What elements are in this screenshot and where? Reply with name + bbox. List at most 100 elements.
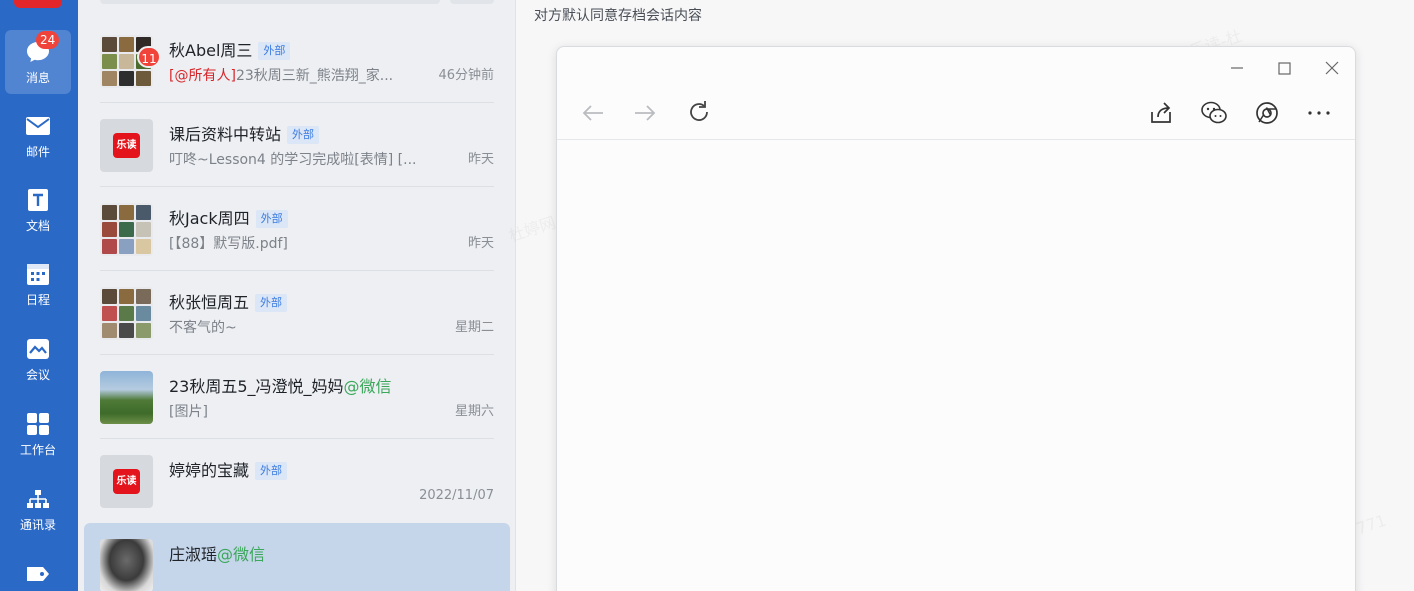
conversation-name: 秋张恒周五 [169, 293, 250, 312]
conversation-name: 庄淑瑶 [169, 545, 218, 564]
conversation-preview: 不客气的~ [169, 320, 237, 336]
search-input[interactable] [100, 0, 440, 4]
add-button[interactable] [450, 0, 494, 4]
arrow-right-icon [635, 105, 656, 121]
conversation-name: 秋Abel周三 [169, 41, 253, 60]
conversation-item[interactable]: 秋Jack周四 外部 [【88】默写版.pdf] 昨天 [84, 187, 510, 271]
minimize-icon [1231, 67, 1243, 69]
tag-icon [27, 567, 49, 581]
conversation-list: 11 秋Abel周三 外部 [@所有人]23秋周三新_熊浩翔_家... 46分钟前… [78, 0, 516, 591]
preview-text: 23秋周三新_熊浩翔_家... [235, 68, 394, 84]
wechat-suffix: @微信 [217, 545, 266, 564]
external-tag: 外部 [255, 462, 288, 480]
forward-button[interactable] [629, 97, 661, 129]
more-button[interactable] [1303, 97, 1335, 129]
nav-label: 消息 [25, 71, 50, 85]
share-button[interactable] [1145, 97, 1177, 129]
close-button[interactable] [1312, 53, 1352, 81]
browser-icon [1256, 102, 1278, 124]
conversation-preview: 叮咚~Lesson4 的学习完成啦[表情] [... [169, 152, 417, 168]
leedu-logo: 乐读 [113, 133, 140, 158]
arrow-left-icon [582, 105, 603, 121]
nav-calendar[interactable]: 日程 [5, 252, 71, 316]
conversation-time: 2022/11/07 [419, 488, 494, 503]
open-in-browser-button[interactable] [1251, 97, 1283, 129]
conversation-name: 23秋周五5_冯澄悦_妈妈 [169, 377, 344, 396]
nav-label: 工作台 [19, 443, 56, 457]
leedu-logo-avatar: 乐读 [100, 119, 153, 172]
conversation-item[interactable]: 11 秋Abel周三 外部 [@所有人]23秋周三新_熊浩翔_家... 46分钟前 [84, 19, 510, 103]
conversation-preview: [@所有人]23秋周三新_熊浩翔_家... [169, 66, 434, 86]
conversation-name: 课后资料中转站 [169, 125, 282, 144]
conversation-time: 昨天 [467, 236, 494, 251]
unread-badge: 11 [137, 46, 161, 68]
conversation-time: 昨天 [467, 152, 494, 167]
toolbar-divider [557, 139, 1355, 140]
portrait-avatar [100, 539, 153, 591]
landscape-photo-avatar [100, 371, 153, 424]
close-icon [1325, 61, 1339, 75]
conversation-title: 秋张恒周五 外部 [169, 292, 288, 314]
group-avatar [100, 287, 153, 340]
nav-label: 邮件 [25, 145, 50, 159]
conversation-time: 星期二 [454, 320, 494, 335]
conversation-title: 庄淑瑶@微信 [169, 544, 265, 566]
nav-contacts[interactable]: 通讯录 [5, 477, 71, 541]
wechat-icon [1201, 101, 1227, 124]
wechat-share-button[interactable] [1198, 97, 1230, 129]
nav-more[interactable] [5, 552, 71, 591]
conversation-time: 46分钟前 [438, 68, 494, 83]
mail-icon [26, 117, 50, 135]
maximize-button[interactable] [1265, 53, 1305, 81]
conversation-time: 星期六 [454, 404, 494, 419]
conversation-name: 秋Jack周四 [169, 209, 250, 228]
meeting-icon [27, 339, 49, 359]
conversation-item[interactable]: 乐读 课后资料中转站 外部 叮咚~Lesson4 的学习完成啦[表情] [... … [84, 103, 510, 187]
watermark: 771 [1353, 510, 1389, 539]
minimize-button[interactable] [1217, 53, 1257, 81]
nav-label: 会议 [25, 368, 50, 382]
external-tag: 外部 [287, 126, 320, 144]
external-tag: 外部 [255, 294, 288, 312]
back-button[interactable] [577, 97, 609, 129]
app-logo [14, 0, 62, 8]
document-icon [28, 189, 48, 211]
conversation-item[interactable]: 乐读 婷婷的宝藏 外部 2022/11/07 [84, 439, 510, 523]
org-chart-icon [27, 490, 49, 508]
group-avatar [100, 203, 153, 256]
leedu-logo: 乐读 [113, 469, 140, 494]
nav-label: 文档 [25, 219, 50, 233]
conversation-item[interactable]: 23秋周五5_冯澄悦_妈妈@微信 [图片] 星期六 [84, 355, 510, 439]
nav-meeting[interactable]: 会议 [5, 327, 71, 391]
conversation-title: 23秋周五5_冯澄悦_妈妈@微信 [169, 376, 392, 398]
conversation-title: 婷婷的宝藏 外部 [169, 460, 288, 482]
wechat-suffix: @微信 [343, 377, 392, 396]
nav-docs[interactable]: 文档 [5, 178, 71, 242]
conversation-name: 婷婷的宝藏 [169, 461, 250, 480]
conversation-item[interactable]: 秋张恒周五 外部 不客气的~ 星期二 [84, 271, 510, 355]
leedu-logo-avatar: 乐读 [100, 455, 153, 508]
maximize-icon [1278, 62, 1291, 75]
refresh-icon [690, 101, 708, 121]
nav-label: 通讯录 [19, 518, 56, 532]
calendar-icon [27, 264, 49, 285]
mention-all: [@所有人] [169, 68, 236, 84]
nav-workbench[interactable]: 工作台 [5, 402, 71, 466]
archive-notice: 对方默认同意存档会话内容 [534, 8, 702, 24]
conversation-title: 秋Abel周三 外部 [169, 40, 291, 62]
conversation-title: 秋Jack周四 外部 [169, 208, 288, 230]
conversation-item-selected[interactable]: 庄淑瑶@微信 [84, 523, 510, 591]
external-tag: 外部 [255, 210, 288, 228]
nav-rail: 24 消息 邮件 文档 日程 会议 工作台 通讯录 [0, 0, 78, 591]
refresh-button[interactable] [683, 97, 715, 129]
nav-label: 日程 [25, 293, 50, 307]
conversation-title: 课后资料中转站 外部 [169, 124, 320, 146]
nav-mail[interactable]: 邮件 [5, 104, 71, 168]
conversation-preview: [图片] [169, 404, 208, 420]
nav-messages[interactable]: 24 消息 [5, 30, 71, 94]
share-icon [1151, 102, 1171, 123]
more-horizontal-icon [1308, 111, 1330, 115]
browser-window [556, 46, 1356, 591]
conversation-preview: [【88】默写版.pdf] [169, 236, 288, 252]
external-tag: 外部 [258, 42, 291, 60]
